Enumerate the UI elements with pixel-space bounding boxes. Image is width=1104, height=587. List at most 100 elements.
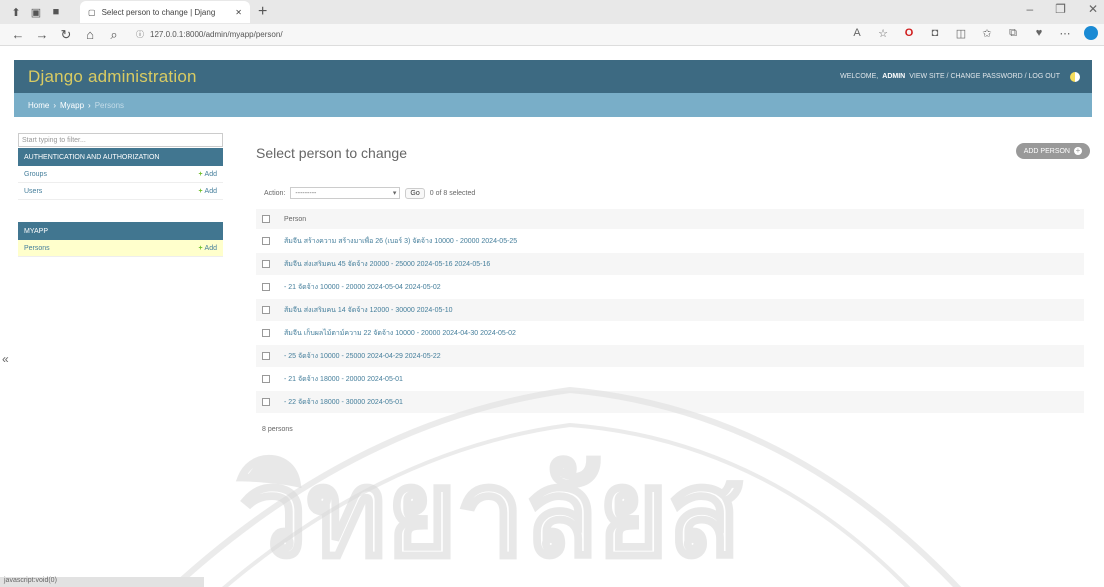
refresh-icon[interactable]: ↻ [54, 27, 78, 43]
admin-header: Django administration WELCOME, ADMIN VIE… [14, 60, 1092, 93]
breadcrumb-app[interactable]: Myapp [60, 101, 84, 110]
row-link[interactable]: ส้มจีน เก็บผลไม้ตาม์ความ 22 จัดจ้าง 1000… [284, 328, 516, 339]
sidebar-item-label[interactable]: Users [24, 188, 198, 195]
close-tab-icon[interactable]: ✕ [235, 8, 242, 17]
collections-icon[interactable]: ⧉ [1006, 26, 1020, 40]
favorites-bar-icon[interactable]: ✩ [980, 26, 994, 40]
result-list: Person ส้มจีน สร้างความ สร้างมาเพื่อ 26 … [256, 209, 1084, 414]
row-checkbox[interactable] [262, 260, 270, 268]
action-label: Action: [264, 189, 286, 197]
forward-icon[interactable]: → [30, 27, 54, 42]
chevron-down-icon: ▾ [392, 190, 397, 197]
go-button[interactable]: Go [405, 187, 425, 199]
status-bar: javascript:void(0) [0, 577, 204, 587]
new-tab-button[interactable]: + [258, 3, 267, 21]
table-row: - 22 จัดจ้าง 18000 - 30000 2024-05-01 [256, 391, 1084, 414]
welcome-text: WELCOME, [840, 73, 879, 80]
table-row: - 25 จัดจ้าง 10000 - 25000 2024-04-29 20… [256, 345, 1084, 368]
read-aloud-icon[interactable]: A [850, 26, 864, 40]
extension-icon[interactable]: ◘ [928, 26, 942, 40]
table-header: Person [256, 209, 1084, 230]
browser-addressbar: ← → ↻ ⌂ ⌕ ⓘ 127.0.0.1:8000/admin/myapp/p… [0, 24, 1104, 46]
selection-counter: 0 of 8 selected [429, 189, 476, 197]
add-person-label: ADD PERSON [1023, 147, 1070, 155]
action-select-value: --------- [295, 189, 317, 197]
back-icon[interactable]: ← [6, 27, 30, 42]
add-groups-link[interactable]: Add [198, 171, 217, 178]
toggle-sidebar-icon[interactable]: « [2, 352, 9, 366]
row-checkbox[interactable] [262, 237, 270, 245]
column-header-person[interactable]: Person [284, 216, 306, 223]
browser-tabbar: ⬆ ▣ ■ ▢ Select person to change | Djang … [0, 0, 1104, 24]
workspaces-icon[interactable]: ▣ [26, 2, 46, 22]
table-row: - 21 จัดจ้าง 18000 - 20000 2024-05-01 [256, 368, 1084, 391]
favorite-icon[interactable]: ☆ [876, 26, 890, 40]
nav-filter-input[interactable]: Start typing to filter... [18, 133, 223, 147]
sidebar-item-users[interactable]: Users Add [18, 183, 223, 200]
row-checkbox[interactable] [262, 306, 270, 314]
row-checkbox[interactable] [262, 329, 270, 337]
row-link[interactable]: - 25 จัดจ้าง 10000 - 25000 2024-04-29 20… [284, 351, 441, 362]
module-caption-myapp[interactable]: MYAPP [18, 222, 223, 240]
table-row: ส้มจีน สร้างความ สร้างมาเพื่อ 26 (เบอร์ … [256, 230, 1084, 253]
table-row: ส้มจีน เก็บผลไม้ตาม์ความ 22 จัดจ้าง 1000… [256, 322, 1084, 345]
nav-sidebar: Start typing to filter... AUTHENTICATION… [14, 133, 232, 257]
home-icon[interactable]: ⌂ [78, 27, 102, 42]
add-person-button[interactable]: ADD PERSON + [1015, 143, 1090, 159]
row-link[interactable]: ส้มจีน ส่งเสริมคน 45 จัดจ้าง 20000 - 250… [284, 259, 490, 270]
info-icon[interactable]: ⓘ [136, 29, 144, 40]
breadcrumb-home[interactable]: Home [28, 101, 49, 110]
username: ADMIN [882, 73, 906, 80]
module-caption-auth[interactable]: AUTHENTICATION AND AUTHORIZATION [18, 148, 223, 166]
plus-icon: + [1074, 146, 1082, 155]
more-icon[interactable]: ⋯ [1058, 26, 1072, 40]
watermark-text: วิทยาลัยส [238, 443, 742, 584]
close-window-icon[interactable]: ✕ [1088, 2, 1098, 16]
breadcrumb-separator: › [88, 100, 91, 110]
action-select[interactable]: --------- ▾ [290, 187, 401, 199]
window-controls: – ❐ ✕ [1026, 2, 1098, 16]
tab-actions-icon[interactable]: ■ [46, 2, 66, 22]
split-screen-icon[interactable]: ◫ [954, 26, 968, 40]
row-link[interactable]: - 22 จัดจ้าง 18000 - 30000 2024-05-01 [284, 397, 403, 408]
table-row: ส้มจีน ส่งเสริมคน 45 จัดจ้าง 20000 - 250… [256, 253, 1084, 276]
row-link[interactable]: - 21 จัดจ้าง 10000 - 20000 2024-05-04 20… [284, 282, 441, 293]
browser-tab[interactable]: ▢ Select person to change | Djang ✕ [80, 1, 250, 23]
site-brand[interactable]: Django administration [28, 67, 197, 87]
browser-essentials-icon[interactable]: ♥ [1032, 26, 1046, 40]
theme-toggle-icon[interactable] [1070, 71, 1080, 82]
url-field[interactable]: ⓘ 127.0.0.1:8000/admin/myapp/person/ [136, 29, 283, 40]
sidebar-item-label[interactable]: Groups [24, 171, 198, 178]
profile-icon[interactable]: ⬆ [6, 2, 26, 22]
breadcrumb-current: Persons [94, 100, 125, 110]
sidebar-item-groups[interactable]: Groups Add [18, 166, 223, 183]
breadcrumb: Home › Myapp › Persons [14, 93, 1092, 117]
table-row: - 21 จัดจ้าง 10000 - 20000 2024-05-04 20… [256, 276, 1084, 299]
copilot-icon[interactable] [1084, 26, 1098, 40]
row-link[interactable]: ส้มจีน ส่งเสริมคน 14 จัดจ้าง 12000 - 300… [284, 305, 453, 316]
url-text: 127.0.0.1:8000/admin/myapp/person/ [150, 30, 283, 39]
changelist-content: Select person to change ADD PERSON + Act… [256, 133, 1090, 438]
search-icon[interactable]: ⌕ [102, 27, 126, 43]
row-checkbox[interactable] [262, 283, 270, 291]
table-row: ส้มจีน ส่งเสริมคน 14 จัดจ้าง 12000 - 300… [256, 299, 1084, 322]
add-users-link[interactable]: Add [198, 188, 217, 195]
actions-bar: Action: --------- ▾ Go 0 of 8 selected [256, 184, 1090, 202]
user-links[interactable]: VIEW SITE / CHANGE PASSWORD / LOG OUT [909, 73, 1060, 80]
row-checkbox[interactable] [262, 352, 270, 360]
restore-icon[interactable]: ❐ [1055, 2, 1066, 16]
row-checkbox[interactable] [262, 398, 270, 406]
sidebar-item-label[interactable]: Persons [24, 245, 198, 252]
select-all-checkbox[interactable] [262, 215, 270, 223]
row-link[interactable]: ส้มจีน สร้างความ สร้างมาเพื่อ 26 (เบอร์ … [284, 236, 517, 247]
user-tools: WELCOME, ADMIN VIEW SITE / CHANGE PASSWO… [840, 71, 1080, 82]
opera-icon[interactable]: O [902, 26, 916, 40]
tab-title: Select person to change | Djang [101, 7, 216, 17]
row-checkbox[interactable] [262, 375, 270, 383]
breadcrumb-separator: › [53, 100, 57, 110]
minimize-icon[interactable]: – [1026, 2, 1033, 16]
sidebar-item-persons[interactable]: Persons Add [18, 240, 223, 257]
row-link[interactable]: - 21 จัดจ้าง 18000 - 20000 2024-05-01 [284, 374, 403, 385]
extensions-bar: A ☆ O ◘ ◫ ✩ ⧉ ♥ ⋯ [850, 26, 1098, 40]
add-persons-link[interactable]: Add [198, 245, 217, 252]
